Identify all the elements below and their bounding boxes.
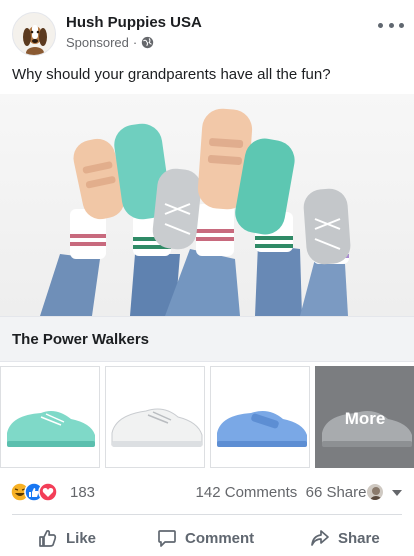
sponsored-label[interactable]: Sponsored: [66, 35, 129, 50]
like-label[interactable]: Like: [66, 530, 96, 547]
carousel-card-white[interactable]: [105, 366, 205, 468]
white-sneaker-image-icon: [111, 408, 203, 447]
chevron-down-icon[interactable]: [392, 490, 402, 496]
comment-button[interactable]: Comment: [157, 524, 254, 552]
sponsored-row: Sponsored ·: [66, 35, 154, 50]
reaction-icons[interactable]: [10, 482, 66, 502]
reaction-count[interactable]: 183: [70, 484, 95, 501]
viewer-avatar[interactable]: [366, 483, 384, 501]
actions-divider: [12, 514, 402, 515]
action-bar: Like Comment Share: [0, 520, 414, 556]
like-button[interactable]: Like: [38, 524, 96, 552]
product-carousel: More: [0, 366, 414, 470]
engagement-row: 183 142 Comments 66 Shares: [0, 478, 414, 506]
post-header: Hush Puppies USA Sponsored ·: [0, 0, 414, 60]
comments-count[interactable]: 142 Comments: [196, 484, 298, 501]
more-label[interactable]: More: [316, 409, 414, 429]
more-options-icon[interactable]: [378, 16, 404, 34]
blue-velcro-sneaker-image-icon: [217, 411, 307, 447]
carousel-card-mint[interactable]: [0, 366, 100, 468]
comments-shares-stats: 142 Comments 66 Shares: [196, 484, 374, 501]
product-title-bar[interactable]: The Power Walkers: [0, 316, 414, 362]
comment-label[interactable]: Comment: [185, 530, 254, 547]
product-title[interactable]: The Power Walkers: [12, 331, 149, 348]
carousel-card-blue[interactable]: [210, 366, 310, 468]
comment-bubble-icon: [158, 530, 176, 547]
globe-icon: [142, 36, 154, 49]
post-text: Why should your grandparents have all th…: [12, 66, 331, 83]
hero-image[interactable]: [0, 94, 414, 316]
shoes-on-feet-photo-icon: [40, 108, 351, 316]
thumbs-up-icon: [39, 529, 57, 547]
share-label[interactable]: Share: [338, 530, 380, 547]
carousel-card-more[interactable]: More: [315, 366, 414, 468]
mint-sneaker-image-icon: [7, 411, 95, 447]
share-button[interactable]: Share: [310, 524, 380, 552]
page-name-link[interactable]: Hush Puppies USA: [66, 14, 202, 31]
basset-hound-logo-icon: [23, 25, 47, 55]
page-avatar[interactable]: [12, 12, 56, 56]
share-arrow-icon: [311, 530, 329, 546]
separator-dot: ·: [132, 35, 138, 50]
love-icon: [38, 482, 58, 502]
shares-count[interactable]: 66 Shares: [306, 484, 374, 501]
